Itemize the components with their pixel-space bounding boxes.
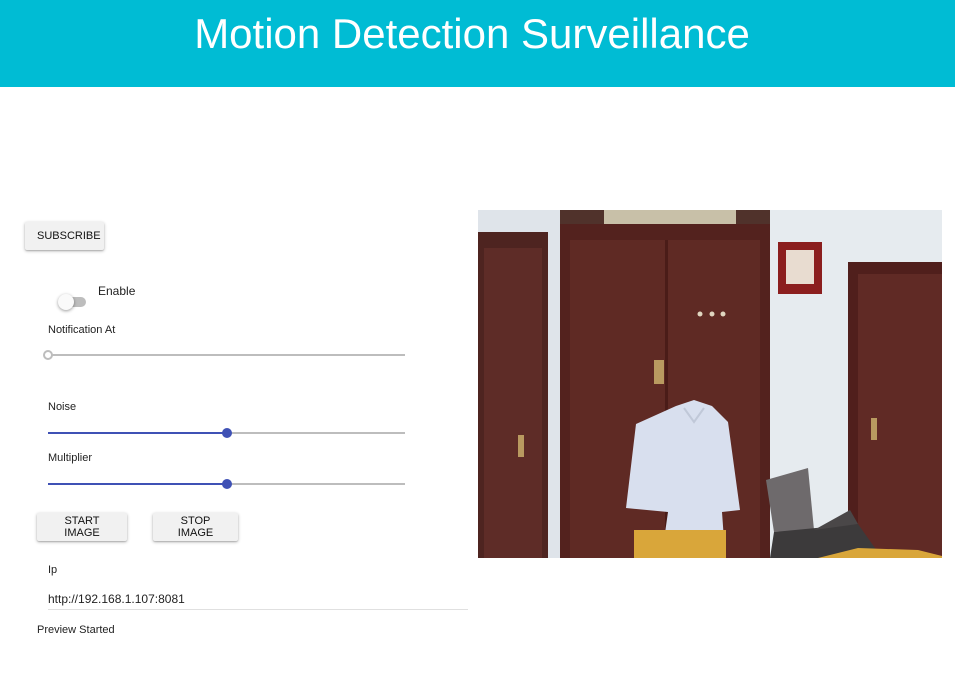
slider-fill <box>48 483 227 485</box>
toggle-thumb[interactable] <box>58 294 74 310</box>
stop-image-button[interactable]: STOP IMAGE <box>153 513 238 541</box>
subscribe-button[interactable]: SUBSCRIBE <box>25 222 104 250</box>
camera-scene <box>478 210 942 558</box>
slider-thumb[interactable] <box>221 428 232 438</box>
ip-label: Ip <box>48 564 58 576</box>
enable-toggle[interactable] <box>58 293 88 311</box>
slider-fill <box>48 432 227 434</box>
notification-at-slider[interactable] <box>43 348 405 362</box>
start-image-button[interactable]: START IMAGE <box>37 513 127 541</box>
noise-label: Noise <box>48 401 77 413</box>
status-text: Preview Started <box>37 624 115 636</box>
slider-thumb[interactable] <box>43 350 53 360</box>
slider-thumb[interactable] <box>221 479 232 489</box>
notification-at-label: Notification At <box>48 324 116 336</box>
page-title: Motion Detection Surveillance <box>194 10 750 57</box>
ip-input[interactable] <box>48 589 468 610</box>
enable-label: Enable <box>98 284 136 298</box>
app-header: Motion Detection Surveillance <box>0 0 955 87</box>
app-root: Motion Detection Surveillance SUBSCRIBE … <box>0 0 955 675</box>
slider-rail <box>48 354 405 356</box>
noise-slider[interactable] <box>48 426 405 440</box>
multiplier-slider[interactable] <box>48 477 405 491</box>
multiplier-label: Multiplier <box>48 452 93 464</box>
camera-preview-image <box>478 210 942 558</box>
